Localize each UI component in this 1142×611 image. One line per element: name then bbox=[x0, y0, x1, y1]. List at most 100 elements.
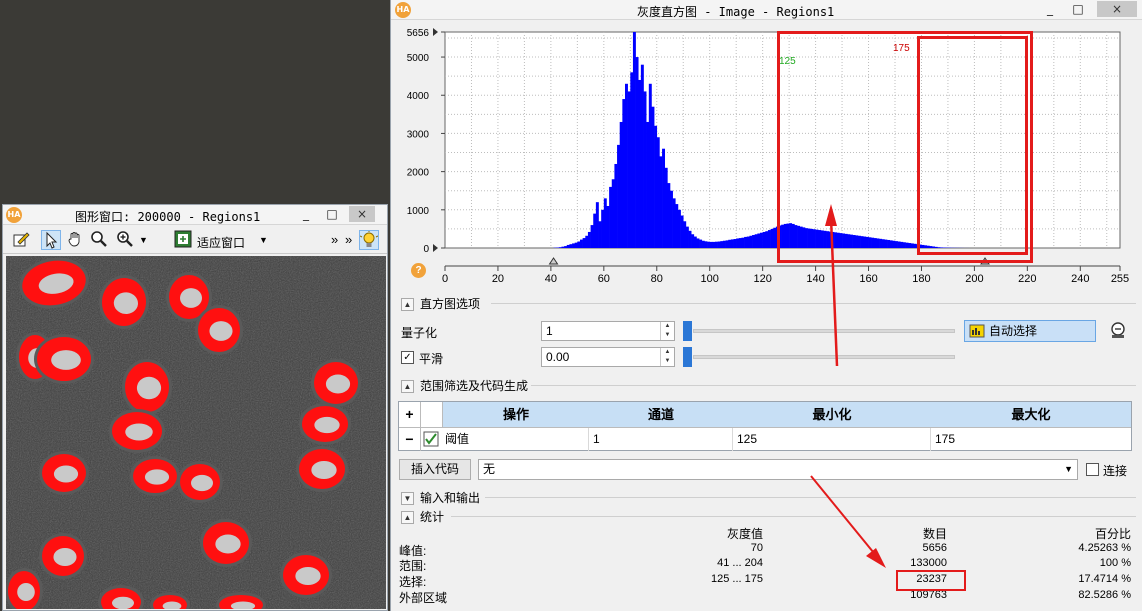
zoom-in-icon[interactable] bbox=[115, 230, 135, 250]
smooth-slider-handle[interactable] bbox=[683, 347, 692, 367]
hand-icon[interactable] bbox=[65, 230, 85, 250]
cell-operation[interactable]: 阈值 bbox=[443, 428, 589, 451]
histogram-bar bbox=[746, 236, 750, 248]
fit-window-label[interactable]: 适应窗口 bbox=[197, 234, 245, 251]
quantize-slider-handle[interactable] bbox=[683, 321, 692, 341]
histogram-bar bbox=[601, 209, 605, 248]
histogram-bar bbox=[593, 213, 597, 248]
pointer-icon[interactable] bbox=[41, 230, 61, 250]
column-header[interactable]: 通道 bbox=[589, 402, 733, 427]
histogram-bar bbox=[580, 239, 583, 248]
connect-checkbox[interactable] bbox=[1086, 463, 1099, 476]
histogram-bar bbox=[765, 231, 769, 248]
y-tick-label: 1000 bbox=[407, 206, 430, 217]
statistics-header[interactable]: ▲ 统计 bbox=[401, 508, 444, 525]
zoom-dropdown-icon[interactable]: ▼ bbox=[139, 235, 148, 245]
connect-label: 连接 bbox=[1103, 464, 1128, 478]
cell-core bbox=[180, 288, 202, 308]
histogram-window: HA 灰度直方图 - Image - Regions1 _ □ × 0 20 40 6… bbox=[390, 0, 1142, 611]
column-header[interactable]: 最小化 bbox=[733, 402, 931, 427]
histogram-bar bbox=[672, 198, 676, 248]
smooth-slider-track[interactable] bbox=[693, 355, 955, 359]
fit-dropdown-icon[interactable]: ▼ bbox=[259, 235, 268, 245]
cell-region bbox=[39, 451, 89, 495]
quantize-spinbox[interactable]: 1 ▲ ▼ bbox=[541, 321, 675, 341]
quantize-slider-track[interactable] bbox=[693, 329, 955, 333]
minimize-button[interactable]: _ bbox=[293, 206, 319, 222]
cell-min[interactable]: 125 bbox=[733, 428, 931, 451]
histogram-bar bbox=[659, 156, 663, 248]
column-header[interactable]: 操作 bbox=[443, 402, 589, 427]
maximize-button[interactable]: □ bbox=[1065, 1, 1091, 17]
smooth-spinbox[interactable]: 0.00 ▲ ▼ bbox=[541, 347, 675, 367]
histogram-bar bbox=[720, 241, 724, 248]
close-button[interactable]: × bbox=[349, 206, 375, 222]
y-tick-label: 2000 bbox=[407, 168, 430, 179]
image-canvas[interactable] bbox=[6, 256, 386, 609]
help-icon[interactable]: ? bbox=[411, 263, 426, 278]
edit-icon[interactable] bbox=[11, 230, 31, 250]
histogram-bar bbox=[667, 183, 671, 248]
histogram-bar bbox=[664, 167, 668, 248]
y-tick-label: 0 bbox=[423, 244, 429, 255]
collapse-icon: ▲ bbox=[401, 511, 414, 525]
histogram-bar bbox=[762, 231, 766, 248]
auto-select-button[interactable]: 自动选择 bbox=[964, 320, 1096, 342]
add-row-button[interactable]: + bbox=[399, 402, 421, 427]
histogram-bar bbox=[744, 236, 748, 248]
histogram-bar bbox=[767, 230, 771, 248]
io-section-header[interactable]: ▼ 输入和输出 bbox=[401, 489, 480, 506]
auto-select-icon bbox=[969, 323, 985, 345]
cell-region bbox=[296, 446, 348, 492]
histogram-bar bbox=[561, 246, 565, 248]
spin-arrows-icon: ▲ ▼ bbox=[660, 348, 674, 366]
more-tools-icon[interactable]: » bbox=[331, 232, 338, 247]
zoom-settings-icon[interactable] bbox=[1109, 321, 1127, 342]
histogram-bar bbox=[722, 240, 726, 248]
histogram-window-title: 灰度直方图 - Image - Regions1 bbox=[637, 5, 835, 19]
cell-region bbox=[311, 359, 361, 407]
histogram-bar bbox=[749, 235, 753, 248]
histogram-bar bbox=[646, 121, 650, 248]
magnifier-icon[interactable] bbox=[89, 230, 109, 250]
maximize-button[interactable]: □ bbox=[319, 206, 345, 222]
range-filter-header[interactable]: ▲ 范围筛选及代码生成 bbox=[401, 377, 528, 394]
x-tick-label: 160 bbox=[859, 273, 877, 285]
cell-max[interactable]: 175 bbox=[931, 428, 1131, 451]
bulb-icon[interactable] bbox=[359, 230, 379, 250]
remove-row-button[interactable]: − bbox=[399, 428, 421, 451]
histogram-bar bbox=[656, 137, 660, 248]
graphics-window-titlebar[interactable]: HA 图形窗口: 200000 - Regions1 _ □ × bbox=[3, 205, 387, 225]
histogram-window-titlebar[interactable]: HA 灰度直方图 - Image - Regions1 _ □ × bbox=[391, 0, 1142, 20]
x-tick-label: 140 bbox=[806, 273, 824, 285]
cell-core bbox=[314, 416, 340, 434]
histogram-bar bbox=[683, 221, 687, 248]
histogram-bar bbox=[715, 241, 718, 248]
histogram-bar bbox=[598, 221, 602, 248]
histogram-bar bbox=[680, 215, 684, 248]
halcon-logo-icon: HA bbox=[395, 2, 411, 18]
quantize-label: 量子化 bbox=[401, 326, 438, 340]
x-tick-label: 40 bbox=[545, 273, 557, 285]
code-combo[interactable]: 无 ▼ bbox=[478, 459, 1078, 480]
cell-core bbox=[215, 534, 241, 554]
stat-percent: 82.5286 % bbox=[1078, 589, 1131, 601]
stat-percent: 17.4714 % bbox=[1078, 573, 1131, 585]
histogram-bar bbox=[736, 238, 740, 248]
close-button[interactable]: × bbox=[1097, 1, 1137, 17]
fit-window-icon[interactable] bbox=[173, 230, 193, 250]
cell-channel[interactable]: 1 bbox=[589, 428, 733, 451]
smooth-checkbox[interactable]: ✓ bbox=[401, 351, 414, 364]
minimize-button[interactable]: _ bbox=[1037, 1, 1063, 17]
more-tools-icon-2[interactable]: » bbox=[345, 232, 352, 247]
annotation-box-upper bbox=[917, 36, 1028, 255]
column-header[interactable]: 最大化 bbox=[931, 402, 1131, 427]
histogram-options-header[interactable]: ▲ 直方图选项 bbox=[401, 295, 480, 312]
expand-icon: ▼ bbox=[401, 492, 414, 506]
histogram-bar bbox=[693, 236, 697, 248]
cell-core bbox=[325, 374, 351, 394]
insert-code-button[interactable]: 插入代码 bbox=[399, 459, 471, 480]
cell-region bbox=[280, 552, 332, 598]
cell-core bbox=[311, 461, 337, 479]
histogram-bar bbox=[752, 235, 756, 248]
